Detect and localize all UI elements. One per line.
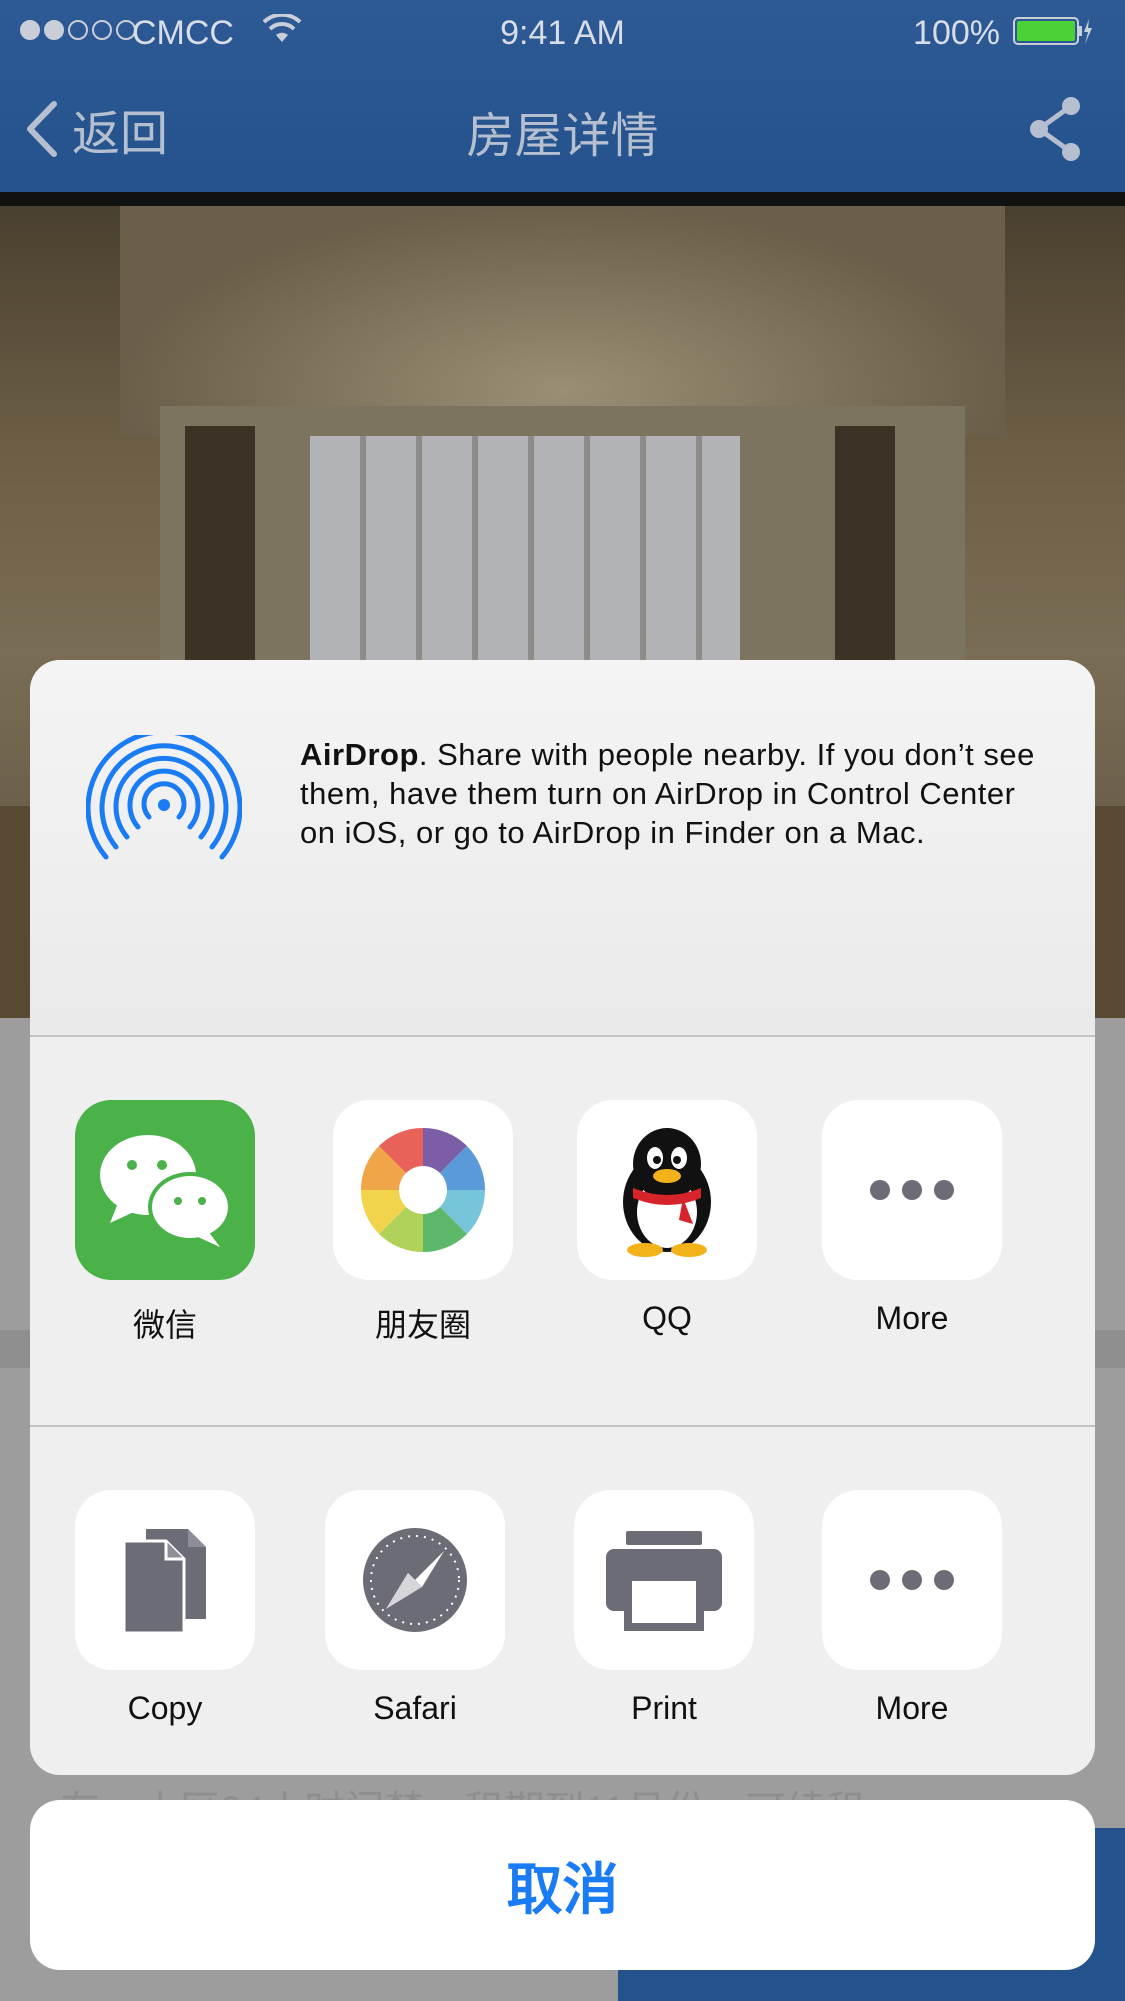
airdrop-title: AirDrop bbox=[300, 737, 419, 772]
action-print[interactable]: Print bbox=[574, 1490, 754, 1727]
more-dots-icon bbox=[822, 1100, 1002, 1280]
more-dots-icon bbox=[822, 1490, 1002, 1670]
cancel-button[interactable]: 取消 bbox=[30, 1800, 1095, 1970]
share-app-wechat[interactable]: 微信 bbox=[75, 1100, 255, 1346]
share-icon[interactable] bbox=[1025, 94, 1085, 164]
copy-icon bbox=[75, 1490, 255, 1670]
status-bar: CMCC 9:41 AM 100% bbox=[0, 0, 1125, 66]
page-title: 房屋详情 bbox=[466, 110, 659, 163]
share-actions-row: Copy Safari Print More bbox=[30, 1427, 1095, 1727]
qq-penguin-icon bbox=[577, 1100, 757, 1280]
action-label: Copy bbox=[127, 1690, 203, 1726]
wechat-icon bbox=[75, 1100, 255, 1280]
printer-icon bbox=[574, 1490, 754, 1670]
navigation-bar: 返回 房屋详情 bbox=[0, 66, 1125, 192]
divider bbox=[0, 192, 1125, 206]
share-apps-row: 微信 朋友圈 QQ More bbox=[30, 1037, 1095, 1343]
share-app-qq[interactable]: QQ bbox=[577, 1100, 757, 1337]
airdrop-description: AirDrop. Share with people nearby. If yo… bbox=[300, 735, 1060, 852]
action-safari[interactable]: Safari bbox=[325, 1490, 505, 1727]
action-label: Print bbox=[631, 1690, 697, 1726]
battery-percentage: 100% bbox=[913, 14, 1000, 52]
share-app-label: 微信 bbox=[132, 1307, 197, 1343]
share-app-label: 朋友圈 bbox=[374, 1307, 471, 1343]
share-app-label: QQ bbox=[642, 1300, 692, 1336]
action-label: More bbox=[875, 1690, 949, 1726]
battery-icon bbox=[1013, 17, 1092, 45]
share-app-moments[interactable]: 朋友圈 bbox=[333, 1100, 513, 1346]
moments-icon bbox=[333, 1100, 513, 1280]
action-copy[interactable]: Copy bbox=[75, 1490, 255, 1727]
airdrop-section: AirDrop. Share with people nearby. If yo… bbox=[30, 660, 1095, 1035]
airdrop-icon bbox=[86, 735, 242, 860]
share-app-more[interactable]: More bbox=[822, 1100, 1002, 1337]
app-header: CMCC 9:41 AM 100% 返回 房屋详情 bbox=[0, 0, 1125, 192]
action-more[interactable]: More bbox=[822, 1490, 1002, 1727]
safari-compass-icon bbox=[325, 1490, 505, 1670]
action-label: Safari bbox=[373, 1690, 457, 1726]
share-app-label: More bbox=[875, 1300, 949, 1336]
share-sheet: AirDrop. Share with people nearby. If yo… bbox=[30, 660, 1095, 1775]
